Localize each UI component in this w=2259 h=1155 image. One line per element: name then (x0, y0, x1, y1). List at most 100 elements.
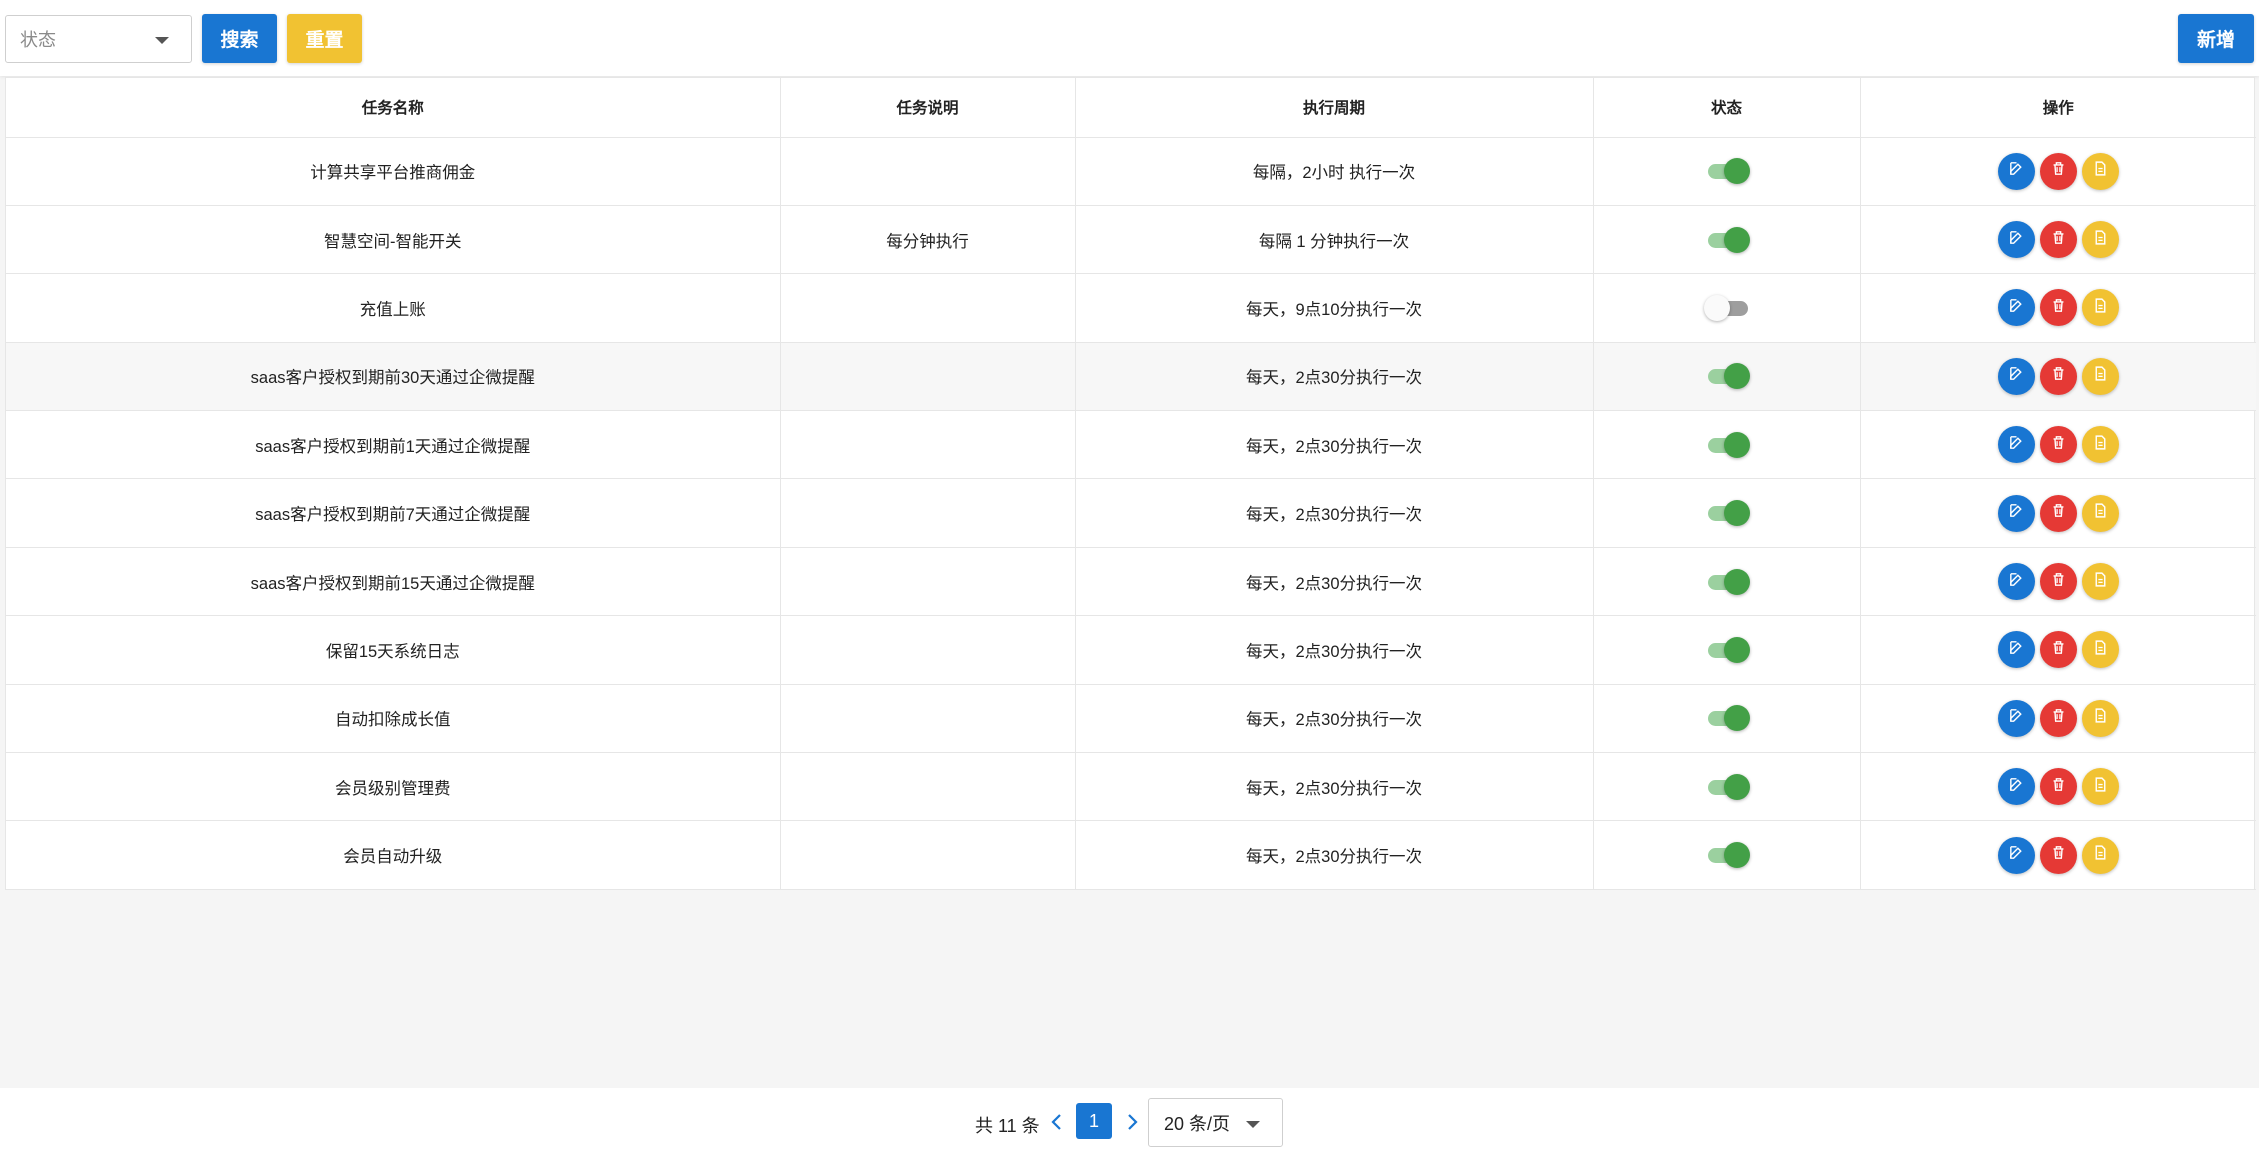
cell-task-name: 计算共享平台推商佣金 (6, 137, 781, 206)
log-button[interactable] (2081, 699, 2119, 737)
edit-icon (2008, 571, 2025, 593)
delete-button[interactable] (2039, 699, 2077, 737)
log-button[interactable] (2081, 563, 2119, 601)
document-icon (2092, 776, 2109, 798)
status-toggle[interactable] (1704, 225, 1750, 255)
trash-icon (2050, 502, 2067, 524)
edit-icon (2008, 434, 2025, 456)
trash-icon (2050, 639, 2067, 661)
cell-cycle: 每天，2点30分执行一次 (1075, 478, 1594, 548)
edit-icon (2008, 639, 2025, 661)
edit-button[interactable] (1997, 494, 2035, 532)
log-button[interactable] (2081, 631, 2119, 669)
log-button[interactable] (2081, 426, 2119, 464)
header-cycle: 执行周期 (1075, 78, 1594, 138)
cell-task-desc (780, 410, 1076, 480)
status-toggle[interactable] (1704, 703, 1750, 733)
cell-cycle: 每天，9点10分执行一次 (1075, 273, 1594, 343)
row-actions (1861, 152, 2257, 190)
log-button[interactable] (2081, 152, 2119, 190)
delete-button[interactable] (2039, 221, 2077, 259)
page-size-select[interactable]: 20 条/页 (1148, 1098, 1283, 1147)
search-button[interactable]: 搜索 (202, 14, 277, 63)
edit-button[interactable] (1997, 152, 2035, 190)
toggle-knob (1723, 431, 1750, 458)
cell-task-desc (780, 615, 1076, 685)
cell-cycle: 每天，2点30分执行一次 (1075, 615, 1594, 685)
delete-button[interactable] (2039, 357, 2077, 395)
cell-task-name: 自动扣除成长值 (6, 684, 781, 754)
log-button[interactable] (2081, 768, 2119, 806)
cell-cycle: 每天，2点30分执行一次 (1075, 410, 1594, 480)
add-button[interactable]: 新增 (2178, 14, 2254, 63)
status-toggle[interactable] (1704, 430, 1750, 460)
status-toggle[interactable] (1704, 361, 1750, 391)
cell-actions (1860, 342, 2256, 412)
table-row: 自动扣除成长值 每天，2点30分执行一次 (6, 684, 2256, 754)
cell-actions (1860, 205, 2256, 275)
table-row: 计算共享平台推商佣金 每隔，2小时 执行一次 (6, 137, 2257, 206)
status-toggle[interactable] (1704, 156, 1750, 186)
edit-button[interactable] (1997, 289, 2035, 327)
chevron-right-icon[interactable] (1124, 1110, 1140, 1134)
cell-cycle: 每天，2点30分执行一次 (1075, 547, 1594, 617)
status-toggle[interactable] (1704, 567, 1750, 597)
log-button[interactable] (2081, 289, 2119, 327)
page-button-current[interactable]: 1 (1076, 1103, 1112, 1139)
cell-actions (1860, 752, 2257, 822)
toggle-knob (1723, 363, 1750, 390)
edit-button[interactable] (1997, 563, 2035, 601)
table-row: 会员级别管理费 每天，2点30分执行一次 (6, 752, 2257, 822)
status-toggle[interactable] (1704, 840, 1750, 870)
status-toggle[interactable] (1704, 498, 1750, 528)
edit-button[interactable] (1997, 836, 2035, 874)
cell-task-desc (780, 684, 1076, 754)
table-row: saas客户授权到期前15天通过企微提醒 每天，2点30分执行一次 (6, 547, 2256, 617)
delete-button[interactable] (2039, 631, 2077, 669)
cell-actions (1860, 615, 2256, 685)
header-status: 状态 (1593, 78, 1861, 138)
delete-button[interactable] (2039, 836, 2077, 874)
cell-status (1593, 752, 1861, 822)
log-button[interactable] (2081, 836, 2119, 874)
delete-button[interactable] (2039, 494, 2077, 532)
edit-button[interactable] (1997, 699, 2035, 737)
toggle-knob (1723, 773, 1750, 800)
edit-icon (2008, 229, 2025, 251)
row-actions (1861, 426, 2257, 464)
edit-button[interactable] (1997, 357, 2035, 395)
status-select[interactable]: 状态 (5, 15, 192, 63)
status-toggle[interactable] (1704, 635, 1750, 665)
delete-button[interactable] (2039, 426, 2077, 464)
cell-status (1593, 410, 1861, 480)
log-button[interactable] (2081, 494, 2119, 532)
status-toggle[interactable] (1704, 772, 1750, 802)
page-size-label: 20 条/页 (1164, 1113, 1231, 1134)
edit-button[interactable] (1997, 426, 2035, 464)
toggle-knob (1723, 158, 1750, 185)
cell-task-name: saas客户授权到期前1天通过企微提醒 (6, 410, 781, 480)
row-actions (1861, 768, 2257, 806)
reset-button[interactable]: 重置 (287, 14, 362, 63)
edit-icon (2008, 844, 2025, 866)
edit-button[interactable] (1997, 768, 2035, 806)
table-header-row: 任务名称 任务说明 执行周期 状态 操作 (6, 78, 2256, 138)
log-button[interactable] (2081, 221, 2119, 259)
edit-button[interactable] (1997, 631, 2035, 669)
delete-button[interactable] (2039, 768, 2077, 806)
edit-button[interactable] (1997, 221, 2035, 259)
cell-actions (1860, 137, 2257, 206)
cell-task-desc (780, 342, 1076, 412)
cell-task-desc (780, 547, 1076, 617)
toggle-knob (1723, 636, 1750, 663)
chevron-down-icon (1246, 1121, 1260, 1128)
status-toggle[interactable] (1703, 293, 1750, 323)
log-button[interactable] (2081, 357, 2119, 395)
document-icon (2092, 502, 2109, 524)
delete-button[interactable] (2039, 563, 2077, 601)
delete-button[interactable] (2039, 152, 2077, 190)
chevron-left-icon[interactable] (1049, 1110, 1065, 1134)
delete-button[interactable] (2039, 289, 2077, 327)
trash-icon (2050, 776, 2067, 798)
cell-cycle: 每天，2点30分执行一次 (1075, 752, 1594, 822)
